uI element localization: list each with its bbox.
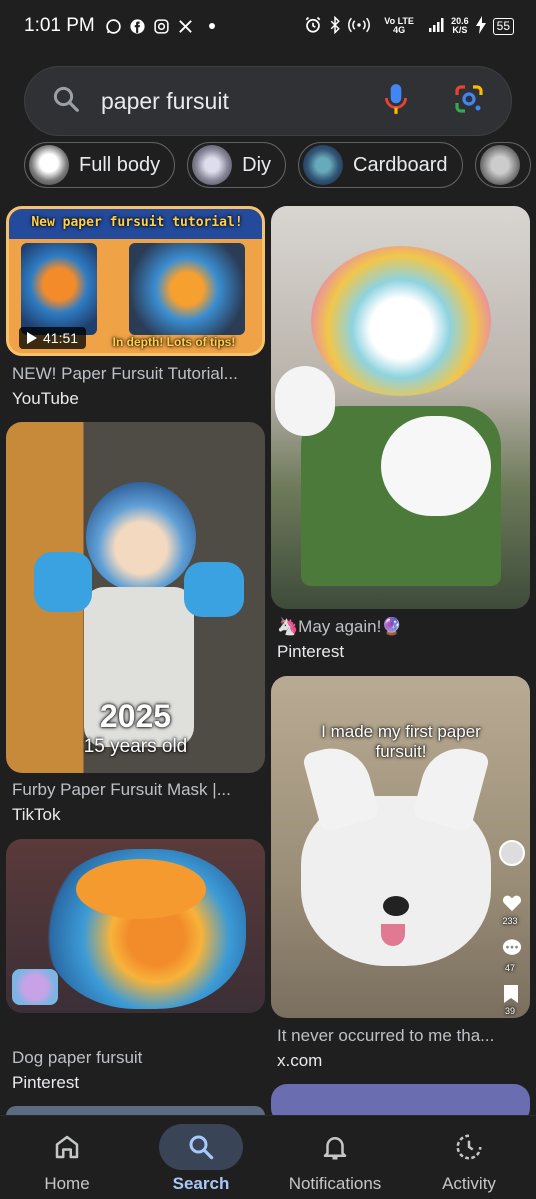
result-image-4[interactable]: I made my first paper fursuit! 233 47 39	[271, 676, 530, 1018]
data-speed-unit: K/S	[452, 25, 468, 35]
network-type: Vo LTE 4G	[384, 16, 414, 35]
nav-notifications[interactable]: Notifications	[268, 1116, 402, 1199]
nav-search[interactable]: Search	[134, 1116, 268, 1199]
thumbnail-right-image	[129, 243, 245, 335]
search-icon	[51, 84, 81, 119]
result-source-4[interactable]: x.com	[277, 1051, 322, 1071]
overlay-age: 15 years old	[83, 736, 188, 757]
result-source-5[interactable]: Pinterest	[12, 1073, 79, 1093]
nav-label: Search	[172, 1174, 230, 1193]
microphone-icon[interactable]	[383, 82, 409, 121]
result-title-2-text: May again!	[298, 617, 382, 636]
result-title-2[interactable]: 🦄May again!🔮	[277, 617, 527, 637]
result-title-1[interactable]: NEW! Paper Fursuit Tutorial...	[12, 364, 262, 384]
data-speed: 20.6 K/S	[451, 17, 469, 35]
search-input[interactable]: paper fursuit	[101, 88, 383, 115]
alarm-icon	[304, 16, 322, 37]
unicorn-icon: 🦄	[277, 617, 299, 636]
mask-shape	[86, 482, 196, 592]
hotspot-icon	[348, 17, 371, 36]
watermark-logo	[12, 969, 58, 1005]
nav-icon-container	[293, 1124, 377, 1170]
suggestion-chips: Full body Diy Cardboard	[24, 142, 536, 188]
nav-home[interactable]: Home	[0, 1116, 134, 1199]
chip-more[interactable]	[474, 142, 531, 188]
result-image-1[interactable]: New paper fursuit tutorial! 41:51 In dep…	[6, 206, 265, 356]
chip-cardboard[interactable]: Cardboard	[298, 142, 463, 188]
paw-left	[275, 366, 335, 436]
result-title-4[interactable]: It never occurred to me tha...	[277, 1026, 527, 1046]
save-count: 39	[504, 1006, 515, 1016]
chip-label: Diy	[242, 153, 272, 176]
like-count: 233	[502, 916, 518, 926]
chip-full-body[interactable]: Full body	[24, 142, 176, 188]
bottom-navigation: Home Search Notifications Activity	[0, 1115, 536, 1199]
crystal-ball-icon: 🔮	[381, 617, 403, 636]
result-source-2[interactable]: Pinterest	[277, 642, 344, 662]
play-icon	[27, 332, 37, 344]
paw-right	[184, 562, 244, 617]
system-indicators: Vo LTE 4G 20.6 K/S 55	[304, 15, 514, 37]
home-icon	[55, 1135, 79, 1159]
nav-icon-container	[25, 1124, 109, 1170]
mask-shape	[311, 246, 491, 396]
result-source-3[interactable]: TikTok	[12, 805, 61, 825]
status-bar: 1:01 PM Vo LTE 4G 20.6 K/S 55	[0, 0, 536, 52]
hair-shape	[76, 859, 206, 919]
search-bar[interactable]: paper fursuit	[24, 66, 512, 136]
chip-thumbnail	[192, 145, 233, 185]
whatsapp-icon	[105, 17, 123, 35]
result-image-5[interactable]	[6, 839, 265, 1013]
signal-icon	[428, 17, 444, 36]
charging-icon	[475, 15, 486, 37]
bell-icon	[323, 1137, 347, 1160]
heart-icon	[501, 892, 523, 917]
chip-diy[interactable]: Diy	[187, 142, 287, 188]
status-time: 1:01 PM	[24, 15, 95, 36]
nose-shape	[383, 896, 409, 916]
chip-label: Full body	[79, 153, 161, 176]
instagram-icon	[153, 17, 171, 35]
result-image-2[interactable]	[271, 206, 530, 609]
nav-label: Activity	[442, 1174, 496, 1193]
thumbnail-top-text: New paper fursuit tutorial!	[31, 215, 243, 230]
result-source-1[interactable]: YouTube	[12, 389, 79, 409]
nav-activity[interactable]: Activity	[402, 1116, 536, 1199]
chip-thumbnail	[479, 145, 520, 185]
nav-label: Notifications	[288, 1174, 382, 1193]
activity-icon	[456, 1134, 482, 1160]
facebook-icon	[129, 17, 147, 35]
more-notifications-dot	[208, 23, 215, 29]
result-image-3[interactable]: 2025 15 years old	[6, 422, 265, 773]
search-icon	[189, 1135, 214, 1160]
chip-label: Cardboard	[353, 153, 448, 176]
result-title-3[interactable]: Furby Paper Fursuit Mask |...	[12, 780, 262, 800]
comment-icon	[501, 938, 523, 963]
thumbnail-left-image	[21, 243, 97, 335]
nav-icon-container	[159, 1124, 243, 1170]
duration-badge: 41:51	[19, 327, 87, 349]
bluetooth-icon	[329, 15, 341, 37]
nav-label: Home	[44, 1174, 90, 1193]
result-title-5[interactable]: Dog paper fursuit	[12, 1048, 262, 1068]
paw-left	[34, 552, 92, 612]
battery-level: 55	[492, 17, 514, 35]
nav-icon-container	[427, 1124, 511, 1170]
creator-avatar	[499, 840, 525, 866]
comment-count: 47	[504, 963, 515, 973]
chip-thumbnail	[303, 145, 344, 185]
google-lens-icon[interactable]	[453, 83, 485, 120]
thumbnail-bottom-text: In depth! Lots of tips!	[112, 335, 236, 349]
notification-icons	[105, 17, 215, 35]
paw-right	[381, 416, 491, 516]
chip-thumbnail	[29, 145, 69, 185]
x-icon	[177, 17, 195, 35]
video-duration: 41:51	[43, 330, 79, 346]
overlay-year: 2025	[99, 698, 172, 734]
